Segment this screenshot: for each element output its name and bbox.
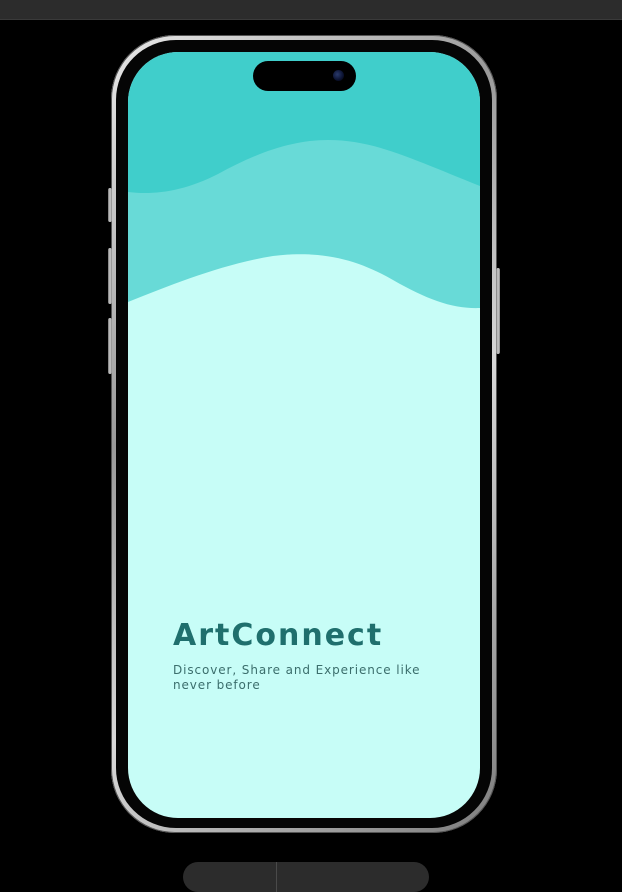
- front-camera-icon: [333, 70, 344, 81]
- app-screen: ArtConnect Discover, Share and Experienc…: [128, 52, 480, 818]
- header-wave-illustration: [128, 52, 480, 322]
- action-button: [108, 188, 112, 222]
- dynamic-island: [253, 61, 356, 91]
- volume-up-button: [108, 248, 112, 304]
- app-title: ArtConnect: [173, 618, 384, 653]
- app-tagline: Discover, Share and Experience like neve…: [173, 663, 421, 692]
- power-button: [496, 268, 500, 354]
- volume-down-button: [108, 318, 112, 374]
- toolbar-divider: [276, 862, 277, 892]
- bottom-toolbar[interactable]: [183, 862, 429, 892]
- editor-top-bar: [0, 0, 622, 20]
